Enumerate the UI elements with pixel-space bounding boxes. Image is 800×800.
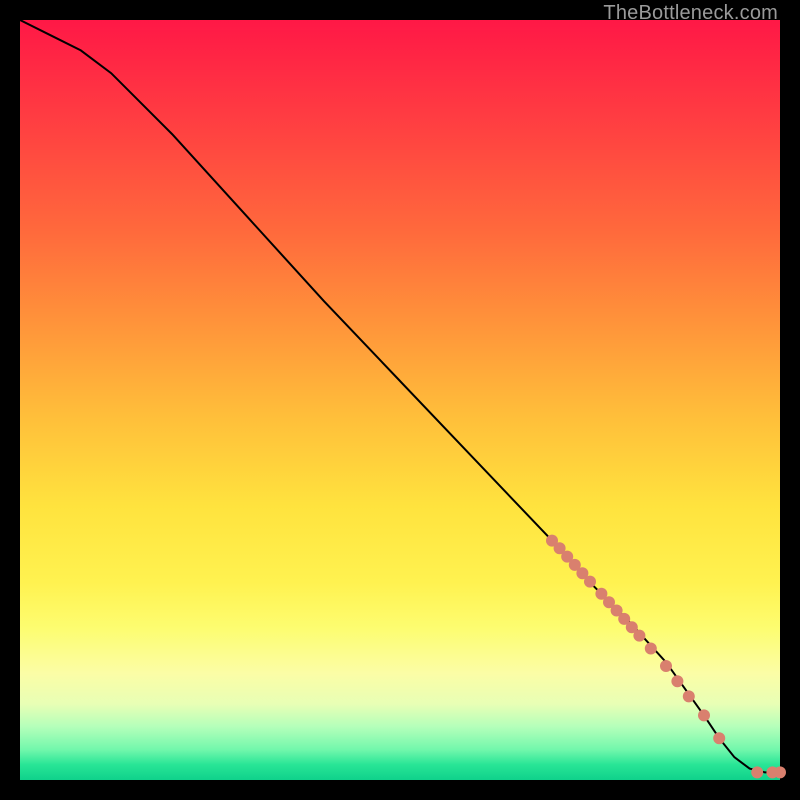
chart-svg [20, 20, 780, 780]
data-marker [698, 709, 710, 721]
data-marker [584, 576, 596, 588]
data-marker [751, 766, 763, 778]
data-marker [713, 732, 725, 744]
chart-stage: TheBottleneck.com [0, 0, 800, 800]
data-marker [683, 690, 695, 702]
data-marker [645, 643, 657, 655]
plot-area [20, 20, 780, 780]
data-marker [671, 675, 683, 687]
curve-path [20, 20, 780, 772]
data-marker [660, 660, 672, 672]
marker-group [546, 535, 786, 779]
data-marker [633, 630, 645, 642]
data-marker [774, 766, 786, 778]
